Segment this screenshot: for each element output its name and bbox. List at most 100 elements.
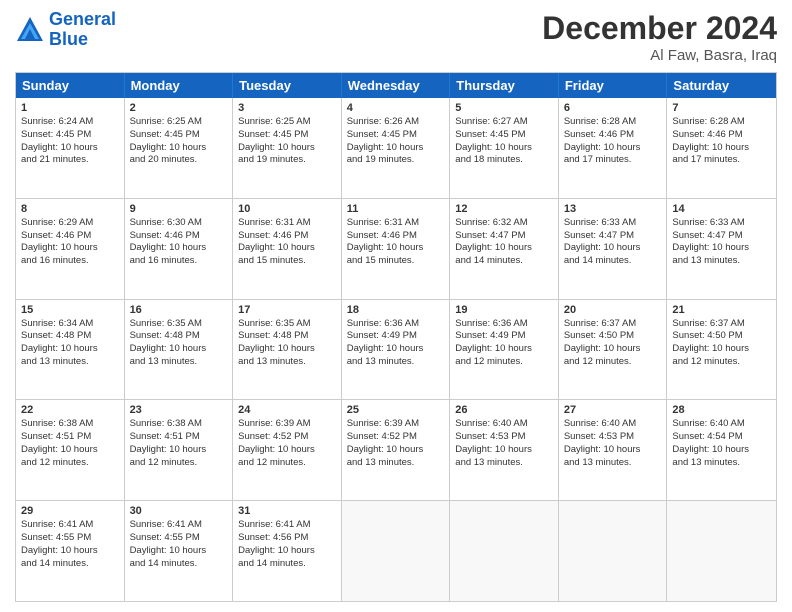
day-info: Sunset: 4:46 PM — [238, 230, 336, 243]
calendar-cell: 3Sunrise: 6:25 AMSunset: 4:45 PMDaylight… — [233, 98, 342, 198]
day-number: 29 — [21, 505, 119, 517]
calendar-cell: 15Sunrise: 6:34 AMSunset: 4:48 PMDayligh… — [16, 300, 125, 400]
day-info: and 15 minutes. — [238, 255, 336, 268]
day-number: 2 — [130, 102, 228, 114]
day-info: Daylight: 10 hours — [564, 242, 662, 255]
day-info: Sunrise: 6:31 AM — [238, 217, 336, 230]
day-info: Sunrise: 6:34 AM — [21, 318, 119, 331]
day-info: Daylight: 10 hours — [455, 343, 553, 356]
calendar-cell: 14Sunrise: 6:33 AMSunset: 4:47 PMDayligh… — [667, 199, 776, 299]
day-info: Sunrise: 6:25 AM — [130, 116, 228, 129]
day-info: and 13 minutes. — [347, 457, 445, 470]
day-info: Daylight: 10 hours — [21, 444, 119, 457]
calendar-cell: 5Sunrise: 6:27 AMSunset: 4:45 PMDaylight… — [450, 98, 559, 198]
day-number: 17 — [238, 304, 336, 316]
day-info: Sunrise: 6:35 AM — [130, 318, 228, 331]
day-info: Sunset: 4:48 PM — [130, 330, 228, 343]
day-info: and 13 minutes. — [347, 356, 445, 369]
day-info: Sunset: 4:56 PM — [238, 532, 336, 545]
calendar-week-5: 29 Sunrise: 6:41 AM Sunset: 4:55 PM Dayligh… — [16, 500, 776, 601]
day-info: and 13 minutes. — [564, 457, 662, 470]
day-info: Sunset: 4:51 PM — [130, 431, 228, 444]
day-number: 25 — [347, 404, 445, 416]
day-info: and 13 minutes. — [455, 457, 553, 470]
day-info: Sunrise: 6:37 AM — [564, 318, 662, 331]
day-info: Daylight: 10 hours — [347, 343, 445, 356]
calendar-cell: 22Sunrise: 6:38 AMSunset: 4:51 PMDayligh… — [16, 400, 125, 500]
day-info: Sunset: 4:55 PM — [21, 532, 119, 545]
day-info: Daylight: 10 hours — [455, 242, 553, 255]
day-info: Daylight: 10 hours — [564, 343, 662, 356]
day-number: 18 — [347, 304, 445, 316]
day-info: and 13 minutes. — [21, 356, 119, 369]
day-info: Daylight: 10 hours — [238, 545, 336, 558]
calendar-header-tuesday: Tuesday — [233, 73, 342, 98]
page: General Blue December 2024 Al Faw, Basra… — [0, 0, 792, 612]
calendar-header-sunday: Sunday — [16, 73, 125, 98]
day-info: Sunset: 4:52 PM — [347, 431, 445, 444]
day-info: Sunrise: 6:41 AM — [130, 519, 228, 532]
day-number: 9 — [130, 203, 228, 215]
day-info: Daylight: 10 hours — [672, 444, 771, 457]
day-info: Daylight: 10 hours — [347, 242, 445, 255]
calendar-week-4: 22Sunrise: 6:38 AMSunset: 4:51 PMDayligh… — [16, 399, 776, 500]
day-info: Sunset: 4:48 PM — [238, 330, 336, 343]
day-info: Sunset: 4:45 PM — [238, 129, 336, 142]
day-number: 10 — [238, 203, 336, 215]
day-number: 8 — [21, 203, 119, 215]
day-info: and 13 minutes. — [238, 356, 336, 369]
day-info: Daylight: 10 hours — [130, 444, 228, 457]
calendar-cell: 9Sunrise: 6:30 AMSunset: 4:46 PMDaylight… — [125, 199, 234, 299]
day-info: Daylight: 10 hours — [455, 444, 553, 457]
day-info: Sunset: 4:45 PM — [347, 129, 445, 142]
calendar-header-monday: Monday — [125, 73, 234, 98]
day-info: and 13 minutes. — [672, 457, 771, 470]
calendar-cell: 8Sunrise: 6:29 AMSunset: 4:46 PMDaylight… — [16, 199, 125, 299]
day-info: and 12 minutes. — [672, 356, 771, 369]
day-info: and 16 minutes. — [130, 255, 228, 268]
day-info: Daylight: 10 hours — [672, 242, 771, 255]
day-number: 11 — [347, 203, 445, 215]
day-info: Sunset: 4:48 PM — [21, 330, 119, 343]
day-info: Daylight: 10 hours — [672, 343, 771, 356]
day-info: Sunset: 4:46 PM — [21, 230, 119, 243]
day-number: 24 — [238, 404, 336, 416]
day-info: and 12 minutes. — [564, 356, 662, 369]
day-info: Sunset: 4:47 PM — [455, 230, 553, 243]
calendar-cell: 7Sunrise: 6:28 AMSunset: 4:46 PMDaylight… — [667, 98, 776, 198]
calendar-cell — [667, 501, 776, 601]
day-info: Daylight: 10 hours — [564, 444, 662, 457]
day-info: Sunrise: 6:31 AM — [347, 217, 445, 230]
day-info: Sunrise: 6:39 AM — [238, 418, 336, 431]
calendar: SundayMondayTuesdayWednesdayThursdayFrid… — [15, 72, 777, 602]
day-info: and 14 minutes. — [130, 558, 228, 571]
day-info: Sunset: 4:51 PM — [21, 431, 119, 444]
day-info: and 12 minutes. — [455, 356, 553, 369]
day-number: 20 — [564, 304, 662, 316]
day-number: 13 — [564, 203, 662, 215]
calendar-cell: 17Sunrise: 6:35 AMSunset: 4:48 PMDayligh… — [233, 300, 342, 400]
calendar-cell: 25Sunrise: 6:39 AMSunset: 4:52 PMDayligh… — [342, 400, 451, 500]
day-info: Sunrise: 6:30 AM — [130, 217, 228, 230]
calendar-cell: 4Sunrise: 6:26 AMSunset: 4:45 PMDaylight… — [342, 98, 451, 198]
day-info: Sunrise: 6:27 AM — [455, 116, 553, 129]
calendar-cell: 27Sunrise: 6:40 AMSunset: 4:53 PMDayligh… — [559, 400, 668, 500]
day-info: Sunset: 4:50 PM — [564, 330, 662, 343]
day-info: Sunrise: 6:40 AM — [672, 418, 771, 431]
day-info: Sunrise: 6:26 AM — [347, 116, 445, 129]
day-number: 5 — [455, 102, 553, 114]
calendar-header-saturday: Saturday — [667, 73, 776, 98]
day-number: 16 — [130, 304, 228, 316]
calendar-cell: 12Sunrise: 6:32 AMSunset: 4:47 PMDayligh… — [450, 199, 559, 299]
day-info: Sunset: 4:47 PM — [672, 230, 771, 243]
day-info: Sunrise: 6:33 AM — [672, 217, 771, 230]
day-number: 7 — [672, 102, 771, 114]
day-info: Sunset: 4:53 PM — [564, 431, 662, 444]
day-info: Sunset: 4:45 PM — [455, 129, 553, 142]
day-info: Sunrise: 6:35 AM — [238, 318, 336, 331]
day-info: and 20 minutes. — [130, 154, 228, 167]
day-info: Sunset: 4:49 PM — [347, 330, 445, 343]
day-info: Daylight: 10 hours — [238, 142, 336, 155]
day-info: and 19 minutes. — [238, 154, 336, 167]
day-info: Sunset: 4:52 PM — [238, 431, 336, 444]
